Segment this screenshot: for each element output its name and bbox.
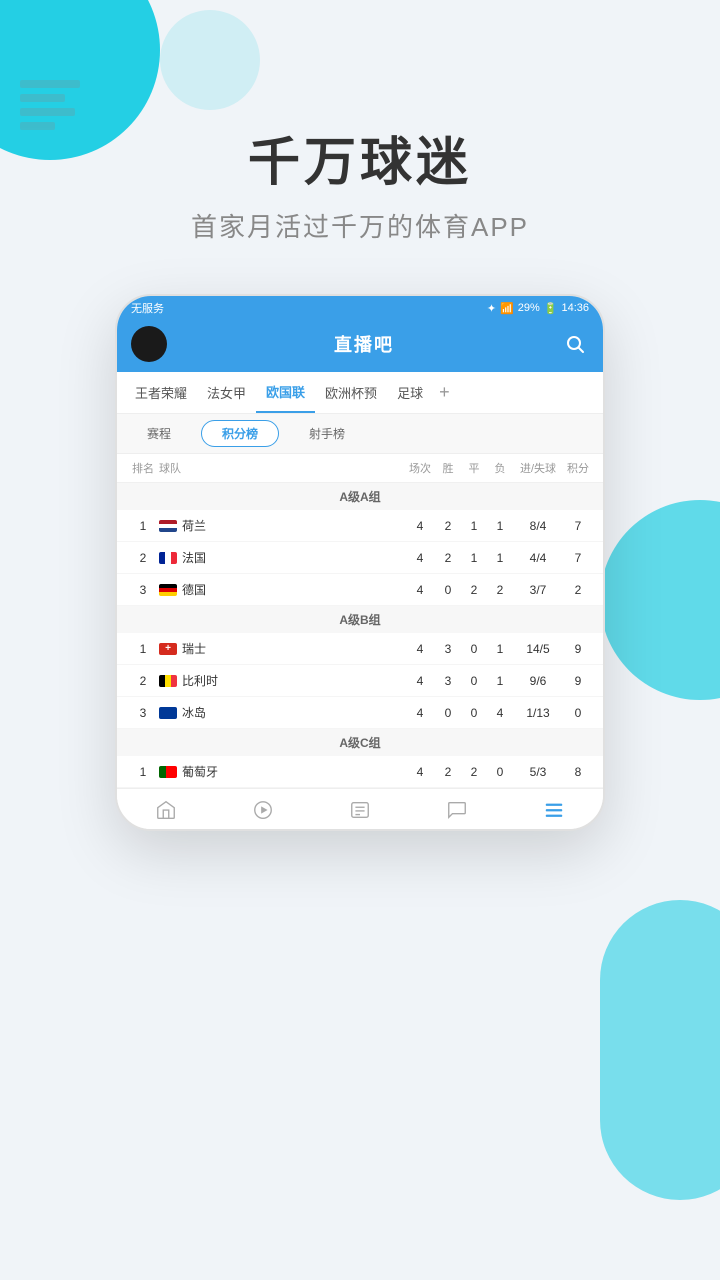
tab-ouzhoupubei[interactable]: 欧洲杯预 <box>315 373 387 412</box>
group-c-header: A级C组 <box>117 729 603 756</box>
phone-mockup: 无服务 ✦ 📶 29% 🔋 14:36 直播吧 王者荣耀 法女甲 <box>0 294 720 831</box>
header-draw: 平 <box>461 460 487 476</box>
header-team: 球队 <box>159 460 405 476</box>
header-games: 场次 <box>405 460 435 476</box>
hero-section: 千万球迷 首家月活过千万的体育APP <box>0 0 720 274</box>
table-row[interactable]: 1 荷兰 4 2 1 1 8/4 7 <box>117 510 603 542</box>
flag-switzerland <box>159 643 177 655</box>
flag-germany <box>159 584 177 596</box>
time-display: 14:36 <box>561 302 589 314</box>
hero-subtitle: 首家月活过千万的体育APP <box>0 207 720 244</box>
table-row[interactable]: 2 法国 4 2 1 1 4/4 7 <box>117 542 603 574</box>
news-icon <box>349 799 371 821</box>
subtab-standings[interactable]: 积分榜 <box>201 420 279 447</box>
wifi-icon: 📶 <box>500 302 514 315</box>
header-win: 胜 <box>435 460 461 476</box>
phone-frame: 无服务 ✦ 📶 29% 🔋 14:36 直播吧 王者荣耀 法女甲 <box>115 294 605 831</box>
bottom-nav-live[interactable] <box>214 797 311 823</box>
bluetooth-icon: ✦ <box>487 302 496 315</box>
app-title: 直播吧 <box>334 331 394 357</box>
table-row[interactable]: 1 葡萄牙 4 2 2 0 5/3 8 <box>117 756 603 788</box>
header-rank: 排名 <box>127 460 159 476</box>
header-lose: 负 <box>487 460 513 476</box>
table-row[interactable]: 3 德国 4 0 2 2 3/7 2 <box>117 574 603 606</box>
bottom-nav-community[interactable] <box>409 797 506 823</box>
tab-zuqiu[interactable]: 足球 <box>387 373 433 412</box>
status-carrier: 无服务 <box>131 300 164 316</box>
flag-belgium <box>159 675 177 687</box>
table-row[interactable]: 2 比利时 4 3 0 1 9/6 9 <box>117 665 603 697</box>
bottom-nav-home[interactable] <box>117 797 214 823</box>
group-b-header: A级B组 <box>117 606 603 633</box>
subtab-schedule[interactable]: 赛程 <box>127 421 191 446</box>
table-header: 排名 球队 场次 胜 平 负 进/失球 积分 <box>117 454 603 483</box>
flag-portugal <box>159 766 177 778</box>
battery-icon: 🔋 <box>544 302 558 315</box>
status-right: ✦ 📶 29% 🔋 14:36 <box>487 302 589 315</box>
home-icon <box>155 799 177 821</box>
search-button[interactable] <box>561 330 589 358</box>
list-icon <box>543 799 565 821</box>
bottom-nav-news[interactable] <box>311 797 408 823</box>
standings-table: 排名 球队 场次 胜 平 负 进/失球 积分 A级A组 1 荷兰 4 2 1 1 <box>117 454 603 788</box>
status-bar: 无服务 ✦ 📶 29% 🔋 14:36 <box>117 296 603 320</box>
tab-fanjia[interactable]: 法女甲 <box>197 373 256 412</box>
flag-iceland <box>159 707 177 719</box>
table-row[interactable]: 3 冰岛 4 0 0 4 1/13 0 <box>117 697 603 729</box>
search-icon <box>565 334 585 354</box>
bottom-nav-profile[interactable] <box>506 797 603 823</box>
battery-level: 29% <box>518 302 540 314</box>
header-pts: 积分 <box>563 460 593 476</box>
flag-netherlands <box>159 520 177 532</box>
group-a-header: A级A组 <box>117 483 603 510</box>
bg-decoration-circle-br <box>600 900 720 1200</box>
hero-title: 千万球迷 <box>0 120 720 195</box>
flag-france <box>159 552 177 564</box>
tab-ouguo[interactable]: 欧国联 <box>256 372 315 413</box>
tab-wangzherongyao[interactable]: 王者荣耀 <box>125 373 197 412</box>
play-icon <box>252 799 274 821</box>
navigation-tabs: 王者荣耀 法女甲 欧国联 欧洲杯预 足球 + <box>117 372 603 414</box>
bottom-navigation <box>117 788 603 829</box>
user-avatar[interactable] <box>131 326 167 362</box>
subtab-scorers[interactable]: 射手榜 <box>289 421 365 446</box>
sub-tabs: 赛程 积分榜 射手榜 <box>117 414 603 454</box>
app-header: 直播吧 <box>117 320 603 372</box>
table-row[interactable]: 1 瑞士 4 3 0 1 14/5 9 <box>117 633 603 665</box>
header-goals: 进/失球 <box>513 460 563 476</box>
chat-icon <box>446 799 468 821</box>
add-tab-button[interactable]: + <box>433 372 456 413</box>
